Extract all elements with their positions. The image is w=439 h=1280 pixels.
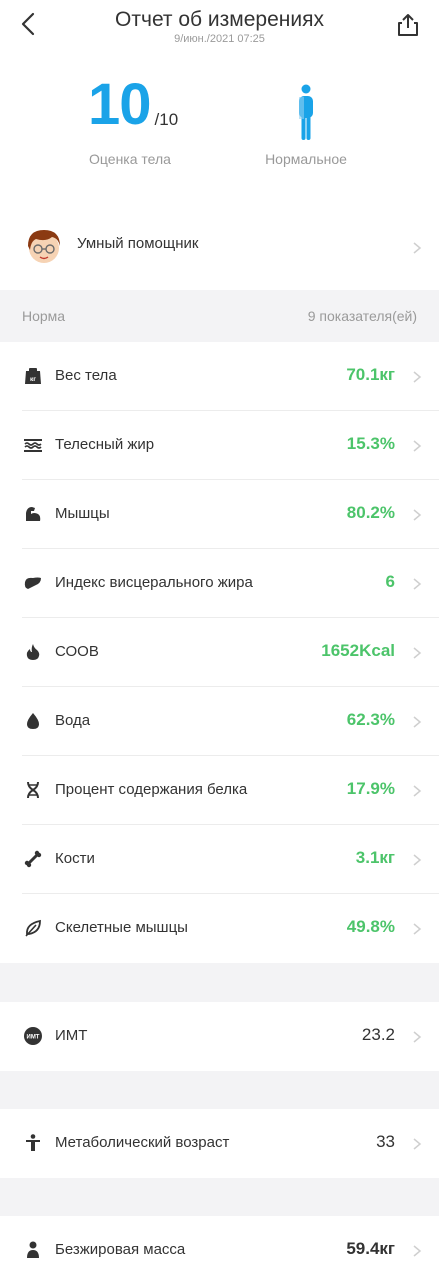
metric-value: 70.1кг [346,365,395,384]
body-type-label: Нормальное [265,151,347,167]
svg-text:ИМТ: ИМТ [27,1035,40,1041]
chevron-right-icon [413,440,422,452]
metric-row-visceral-fat[interactable]: Индекс висцерального жира 6 [0,549,439,618]
chevron-right-icon [413,716,422,728]
metric-value: 49.8% [346,917,395,936]
metric-row-muscle[interactable]: Мышцы 80.2% [0,480,439,549]
body-fat-icon [24,439,42,452]
chevron-right-icon [413,242,422,254]
metric-row-bmi[interactable]: ИМТ ИМТ 23.2 [0,1002,439,1071]
body-score: 10 /10 [88,76,178,134]
metric-value: 23.2 [361,1025,395,1044]
share-button[interactable] [395,12,421,38]
metric-label: Безжировая масса [55,1241,186,1258]
metric-row-metabolic-age[interactable]: Метаболический возраст 33 [0,1109,439,1178]
metric-value: 15.3% [346,434,395,453]
share-icon [398,14,418,36]
metric-label: Телесный жир [55,436,155,453]
liver-icon [24,577,41,589]
metric-value: 6 [385,572,395,591]
smart-assistant-label: Умный помощник [77,235,199,252]
body-summary: 10 /10 Оценка тела Нормальное [0,56,439,206]
metric-value: 62.3% [346,710,395,729]
metric-row-bone[interactable]: Кости 3.1кг [0,825,439,894]
chevron-right-icon [413,1245,422,1257]
body-score-value: 10 [88,72,152,137]
metric-label: Вес тела [55,367,117,384]
metric-label: ИМТ [55,1027,88,1044]
assistant-avatar-icon [28,230,60,263]
leaf-icon [25,919,41,937]
metric-value: 59.4кг [346,1239,395,1258]
chevron-right-icon [413,647,422,659]
metric-label: Процент содержания белка [55,781,248,798]
bone-icon [24,850,42,868]
metric-row-protein[interactable]: Процент содержания белка 17.9% [0,756,439,825]
flame-icon [26,644,40,660]
metric-value: 1652Kcal [321,641,395,660]
muscle-icon [26,507,41,521]
metric-row-bmr[interactable]: СООВ 1652Kcal [0,618,439,687]
metric-label: Вода [55,712,91,729]
metric-label: Мышцы [55,505,110,522]
metric-label: СООВ [55,643,99,660]
metric-value: 17.9% [346,779,395,798]
measurement-report-screen: Отчет об измерениях 9/июн./2021 07:25 10… [0,0,439,1280]
svg-text:кг: кг [30,376,36,383]
metric-label: Индекс висцерального жира [55,574,253,591]
lean-mass-icon [27,1241,39,1258]
metric-row-lean-mass[interactable]: Безжировая масса 59.4кг [0,1216,439,1280]
metric-value: 80.2% [346,503,395,522]
measurement-datetime: 9/июн./2021 07:25 [174,33,265,45]
chevron-right-icon [413,578,422,590]
status-label: Норма [22,308,66,324]
metric-label: Кости [55,850,95,867]
page-title: Отчет об измерениях [115,8,324,31]
chevron-right-icon [413,785,422,797]
metric-label: Метаболический возраст [55,1134,230,1151]
header: Отчет об измерениях 9/июн./2021 07:25 [0,0,439,56]
chevron-right-icon [413,1138,422,1150]
smart-assistant-row[interactable]: Умный помощник [0,206,439,290]
chevron-right-icon [413,923,422,935]
metric-row-body-fat[interactable]: Телесный жир 15.3% [0,411,439,480]
dna-icon [27,781,39,799]
metric-label: Скелетные мышцы [55,919,188,936]
metric-value: 33 [376,1132,395,1151]
section-gap [0,963,439,1002]
section-gap [0,1178,439,1216]
person-icon [26,1134,40,1151]
metric-value: 3.1кг [355,848,395,867]
metric-row-water[interactable]: Вода 62.3% [0,687,439,756]
chevron-right-icon [413,854,422,866]
metric-count: 9 показателя(ей) [307,308,417,324]
chevron-right-icon [413,509,422,521]
chevron-right-icon [413,1031,422,1043]
bmi-icon: ИМТ [24,1027,42,1045]
chevron-right-icon [413,371,422,383]
water-drop-icon [27,713,39,729]
metric-row-weight[interactable]: кг Вес тела 70.1кг [0,342,439,411]
body-score-max: /10 [154,110,179,129]
status-section-header: Норма 9 показателя(ей) [0,290,439,342]
body-score-label: Оценка тела [89,151,171,167]
section-gap [0,1071,439,1109]
body-figure-icon [299,84,313,140]
metric-row-skeletal-muscle[interactable]: Скелетные мышцы 49.8% [0,894,439,963]
scale-icon: кг [25,368,41,384]
